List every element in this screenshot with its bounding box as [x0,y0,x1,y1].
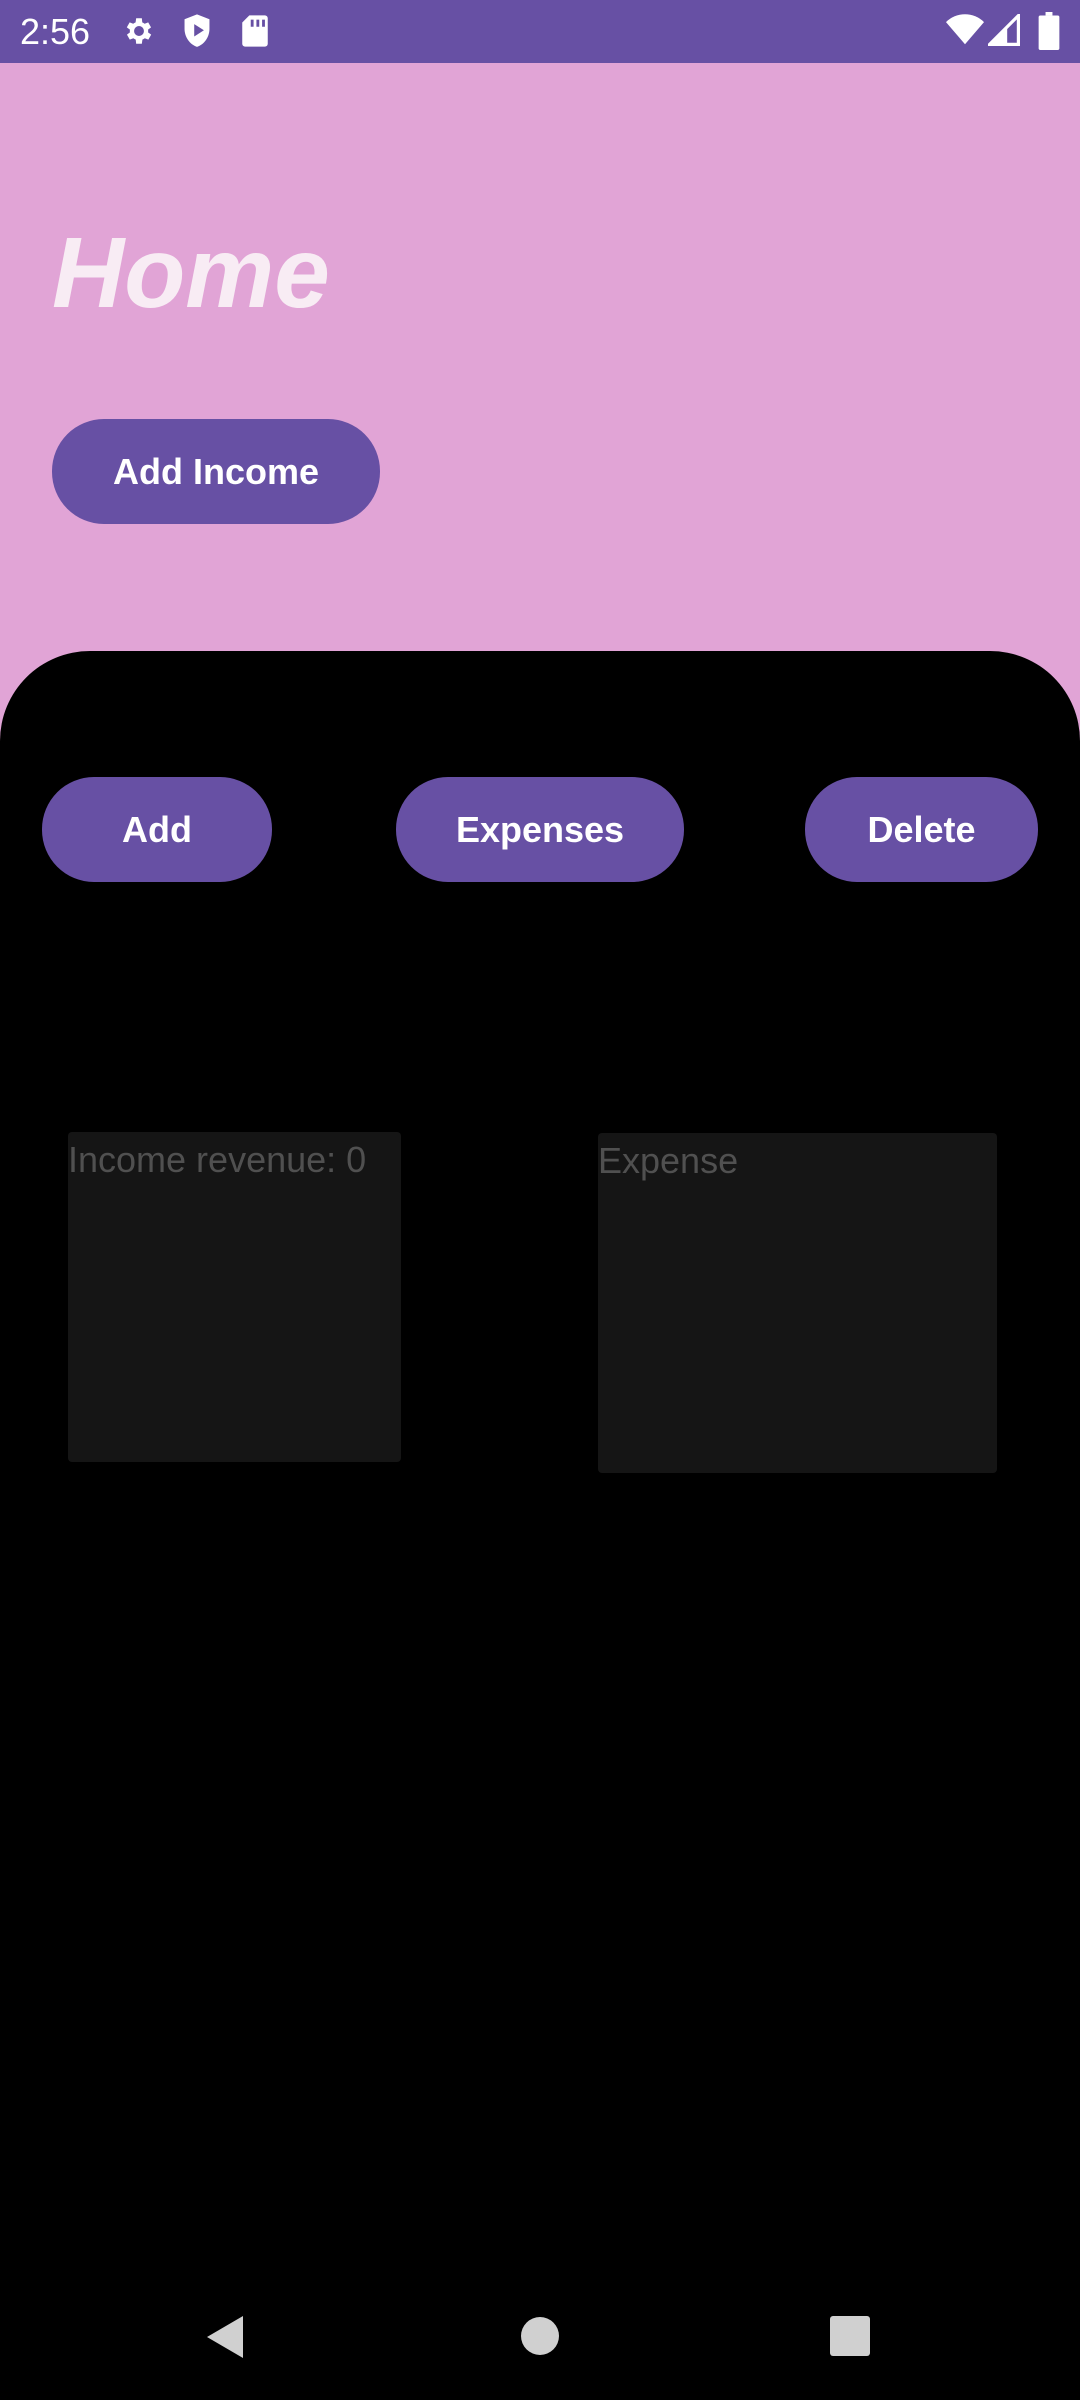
expense-text: Expense [598,1140,739,1181]
back-icon[interactable] [205,2314,245,2360]
status-time: 2:56 [20,11,91,52]
expense-card: Expense [598,1133,997,1473]
expenses-button[interactable]: Expenses [396,777,684,882]
home-header: Home Add Income [0,63,1080,651]
battery-icon [1038,12,1060,50]
cell-signal-icon [988,14,1020,46]
status-bar: 2:56 [0,0,1080,63]
income-revenue-text: Income revenue: 0 [68,1139,367,1180]
add-button[interactable]: Add [42,777,272,882]
shield-play-icon [184,14,210,47]
sd-card-icon [242,15,268,47]
recents-icon[interactable] [830,2316,870,2356]
bottom-panel: Add Expenses Delete Income revenue: 0 Ex… [0,651,1080,2271]
home-icon[interactable] [520,2316,560,2356]
income-card: Income revenue: 0 [68,1132,401,1462]
wifi-icon [946,14,984,45]
navigation-bar [0,2270,1080,2400]
add-income-button[interactable]: Add Income [52,419,380,524]
gear-icon [126,18,152,44]
delete-button[interactable]: Delete [805,777,1038,882]
page-title: Home [52,217,330,329]
